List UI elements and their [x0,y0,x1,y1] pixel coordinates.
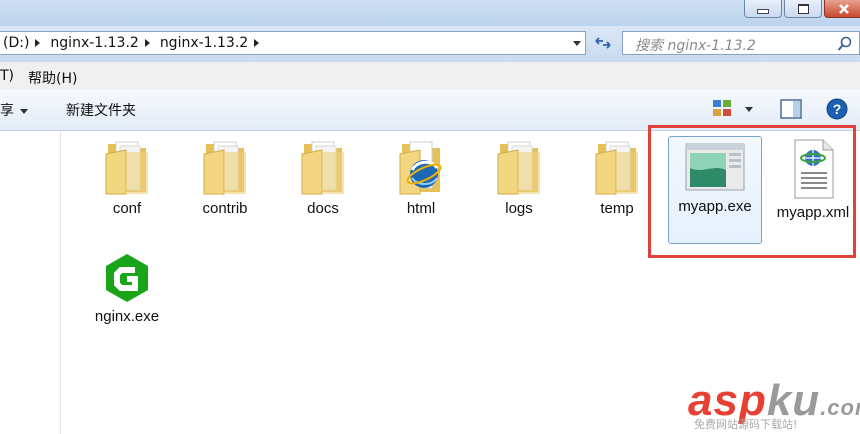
close-button[interactable] [824,0,860,18]
help-button[interactable]: ? [826,98,848,123]
minimize-button[interactable] [744,0,782,18]
menu-bar: T) 帮助(H) [0,62,860,91]
folder-ie-icon [399,141,442,195]
watermark-com: .com [820,395,860,420]
file-item-nginx-exe[interactable]: nginx.exe [79,252,175,327]
preview-pane-button[interactable] [780,99,802,122]
minimize-icon [757,9,769,14]
folder-icon [595,141,638,195]
breadcrumb-chevron-icon[interactable] [144,39,150,47]
file-name: docs [307,200,339,217]
file-name: html [406,200,436,217]
file-name: nginx.exe [94,308,160,325]
svg-text:?: ? [833,101,842,117]
search-icon[interactable] [837,36,853,52]
breadcrumb-folder-2[interactable]: nginx-1.13.2 [156,35,252,51]
share-label: 享 [0,103,14,119]
maximize-button[interactable] [784,0,822,18]
file-item-contrib[interactable]: contrib [177,138,273,219]
search-placeholder: 搜索 nginx-1.13.2 [635,38,756,54]
breadcrumb-chevron-icon[interactable] [254,39,260,47]
close-icon [839,3,849,14]
folder-icon [301,141,344,195]
file-item-docs[interactable]: docs [275,138,371,219]
view-options-button[interactable] [712,99,732,120]
watermark-subtitle: 免费网站源码下载站! [694,418,798,431]
refresh-icon [595,37,611,49]
share-button[interactable]: 享 [0,100,28,120]
view-icon [713,100,731,116]
title-bar [0,0,860,26]
address-dropdown-icon[interactable] [573,41,581,46]
refresh-button[interactable] [590,31,616,55]
breadcrumb-chevron-icon[interactable] [35,39,41,47]
nginx-icon [106,254,148,302]
file-name: logs [505,200,533,217]
new-folder-button[interactable]: 新建文件夹 [66,100,136,120]
breadcrumb-drive[interactable]: (D:) [0,35,33,51]
file-item-conf[interactable]: conf [79,138,175,219]
folder-icon [497,141,540,195]
folder-icon [105,141,148,195]
search-input[interactable]: 搜索 nginx-1.13.2 [622,31,860,55]
annotation-highlight-box [648,125,856,258]
file-item-logs[interactable]: logs [471,138,567,219]
preview-pane-icon [780,99,802,119]
folder-icon [203,141,246,195]
menu-help[interactable]: 帮助(H) [28,68,77,88]
file-name: contrib [202,200,248,217]
file-item-html[interactable]: html [373,138,469,219]
share-dropdown-icon [20,108,28,114]
file-name: conf [112,200,142,217]
breadcrumb-folder-1[interactable]: nginx-1.13.2 [46,35,142,51]
navigation-pane-divider [60,131,61,434]
view-dropdown-icon[interactable] [745,107,753,112]
breadcrumb[interactable]: (D:) nginx-1.13.2 nginx-1.13.2 [0,31,586,55]
maximize-icon [797,3,809,14]
address-bar: (D:) nginx-1.13.2 nginx-1.13.2 搜索 nginx-… [0,26,860,62]
menu-tools[interactable]: T) [0,68,14,84]
help-icon: ? [826,98,848,120]
